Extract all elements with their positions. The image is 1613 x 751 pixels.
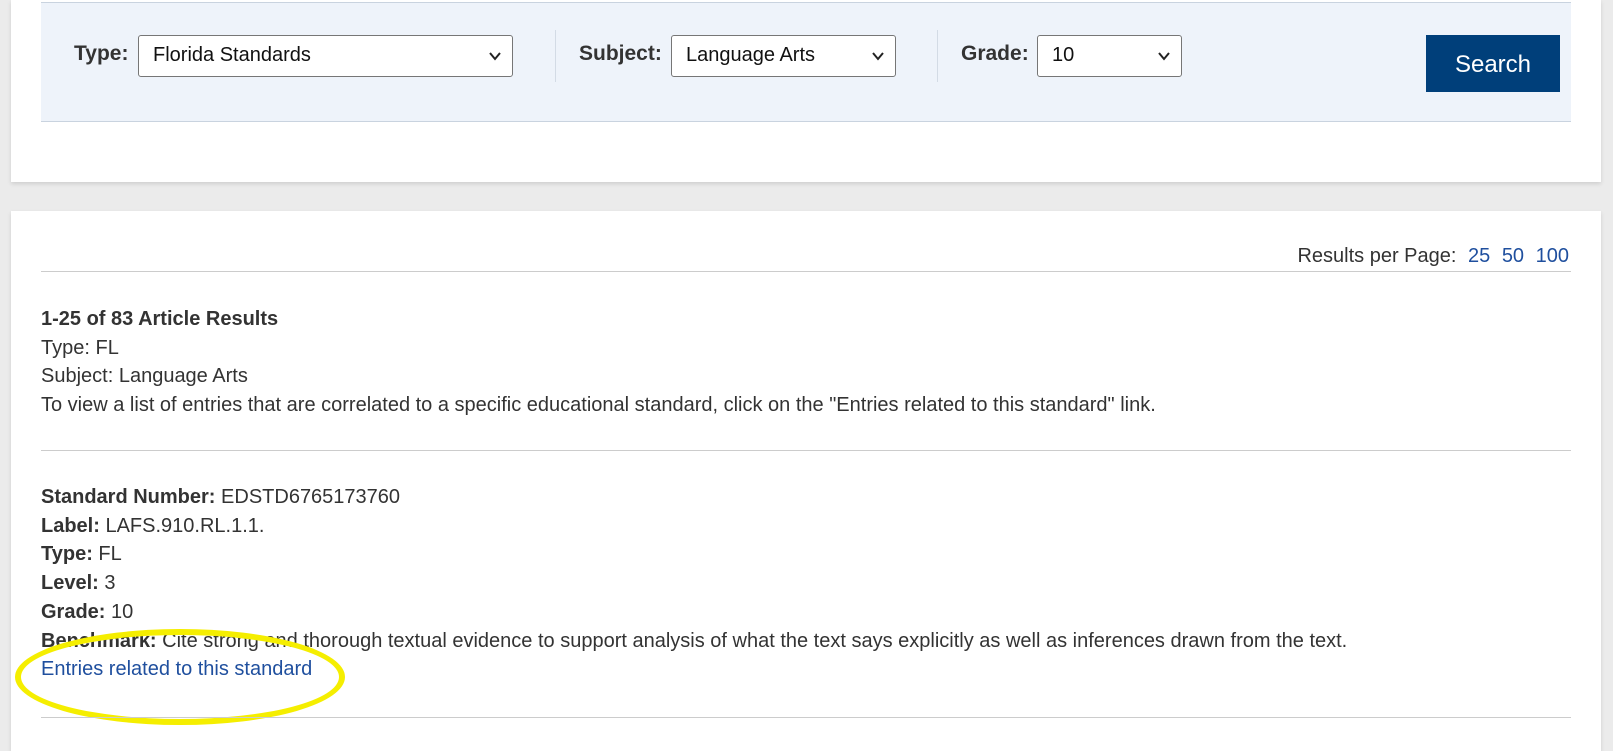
grade-select-value: 10: [1052, 44, 1075, 66]
chevron-down-icon: [1158, 52, 1170, 61]
chevron-down-icon: [489, 52, 501, 61]
type-select[interactable]: Florida Standards: [138, 35, 513, 77]
results-per-page-50[interactable]: 50: [1502, 245, 1524, 267]
standard-grade: Grade: 10: [41, 601, 134, 623]
type-select-value: Florida Standards: [153, 44, 311, 66]
results-per-page-100[interactable]: 100: [1536, 245, 1569, 267]
entries-link-row: Entries related to this standard: [41, 658, 312, 681]
standard-type: Type: FL: [41, 543, 122, 565]
standard-label: Label: LAFS.910.RL.1.1.: [41, 515, 265, 537]
subject-select[interactable]: Language Arts: [671, 35, 896, 77]
filter-bar: Type: Florida Standards Subject: Languag…: [41, 2, 1571, 122]
standard-number: Standard Number: EDSTD6765173760: [41, 486, 401, 508]
summary-subject: Subject: Language Arts: [41, 365, 248, 387]
chevron-down-icon: [872, 52, 884, 61]
filter-divider: [937, 30, 938, 82]
results-per-page: Results per Page: 25 50 100: [1297, 245, 1569, 268]
summary-type: Type: FL: [41, 337, 119, 359]
summary-instructions: To view a list of entries that are corre…: [41, 394, 1156, 416]
results-panel: Results per Page: 25 50 100 1-25 of 83 A…: [11, 211, 1601, 751]
divider: [41, 271, 1571, 272]
search-button[interactable]: Search: [1426, 35, 1560, 92]
results-per-page-label: Results per Page:: [1297, 245, 1457, 267]
subject-label: Subject:: [579, 42, 662, 65]
grade-select[interactable]: 10: [1037, 35, 1182, 77]
divider: [41, 450, 1571, 451]
results-count: 1-25 of 83 Article Results: [41, 308, 279, 330]
standard-benchmark: Benchmark: Cite strong and thorough text…: [41, 630, 1348, 652]
grade-label: Grade:: [961, 42, 1029, 65]
subject-select-value: Language Arts: [686, 44, 815, 66]
results-per-page-25[interactable]: 25: [1468, 245, 1490, 267]
entries-related-link[interactable]: Entries related to this standard: [41, 658, 312, 680]
type-label: Type:: [74, 42, 129, 65]
filter-divider: [555, 30, 556, 82]
search-panel: Type: Florida Standards Subject: Languag…: [11, 0, 1601, 182]
standard-level: Level: 3: [41, 572, 116, 594]
divider: [41, 717, 1571, 718]
